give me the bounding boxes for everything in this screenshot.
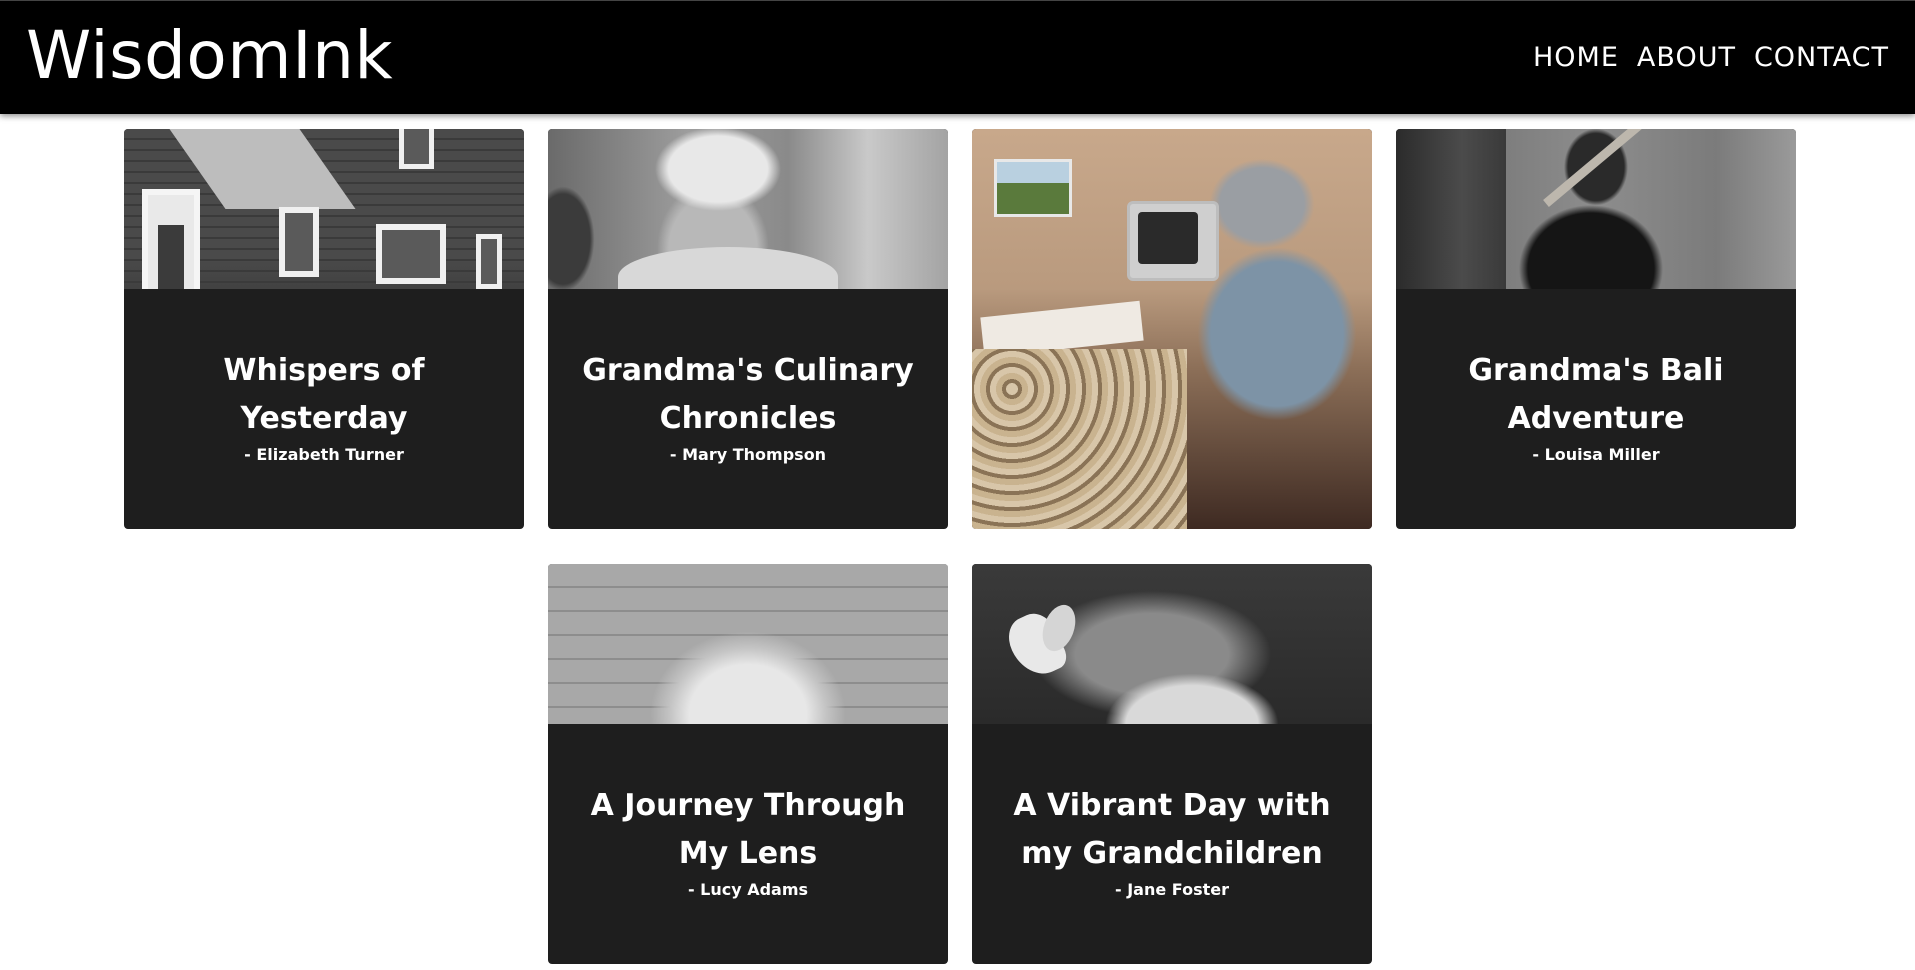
story-card-author: - Elizabeth Turner	[244, 445, 404, 464]
nav-contact-link[interactable]: CONTACT	[1754, 42, 1889, 73]
story-card-image	[1396, 129, 1796, 289]
story-card-image	[124, 129, 524, 289]
story-card-title[interactable]: Whispers of Yesterday	[144, 347, 504, 443]
story-card-body: A Vibrant Day with my Grandchildren - Ja…	[972, 724, 1372, 899]
story-card-body: Whispers of Yesterday - Elizabeth Turner	[124, 289, 524, 464]
story-card-image	[972, 129, 1372, 529]
story-card-body: A Journey Through My Lens - Lucy Adams	[548, 724, 948, 899]
story-card-image	[548, 129, 948, 289]
nav-about-link[interactable]: ABOUT	[1637, 42, 1736, 73]
story-card-body: Grandma's Culinary Chronicles - Mary Tho…	[548, 289, 948, 464]
story-card-title[interactable]: A Vibrant Day with my Grandchildren	[992, 782, 1352, 878]
story-card-title[interactable]: A Journey Through My Lens	[568, 782, 928, 878]
nav-home-link[interactable]: HOME	[1533, 42, 1619, 73]
site-header: WisdomInk HOME ABOUT CONTACT	[0, 0, 1915, 114]
story-card[interactable]: A Vibrant Day with my Grandchildren - Ja…	[972, 564, 1372, 964]
story-card-author: - Mary Thompson	[669, 445, 827, 464]
story-card-author: - Lucy Adams	[687, 880, 809, 899]
story-card-author: - Louisa Miller	[1532, 445, 1660, 464]
story-grid: Whispers of Yesterday - Elizabeth Turner…	[124, 129, 1796, 964]
story-card-image	[972, 564, 1372, 724]
story-card[interactable]: Whispers of Yesterday - Elizabeth Turner	[124, 129, 524, 529]
story-card-body: Grandma's Bali Adventure - Louisa Miller	[1396, 289, 1796, 464]
story-card-author: - Jane Foster	[1115, 880, 1229, 899]
story-card[interactable]: Grandma's Culinary Chronicles - Mary Tho…	[548, 129, 948, 529]
story-card-title[interactable]: Grandma's Culinary Chronicles	[568, 347, 928, 443]
brand-logo[interactable]: WisdomInk	[26, 22, 393, 89]
story-card-image	[548, 564, 948, 724]
story-card[interactable]: A Journey Through My Lens - Lucy Adams	[548, 564, 948, 964]
story-card[interactable]: Grandma's Bali Adventure - Louisa Miller	[1396, 129, 1796, 529]
story-card[interactable]	[972, 129, 1372, 529]
main-nav: HOME ABOUT CONTACT	[1533, 42, 1889, 73]
story-card-title[interactable]: Grandma's Bali Adventure	[1416, 347, 1776, 443]
